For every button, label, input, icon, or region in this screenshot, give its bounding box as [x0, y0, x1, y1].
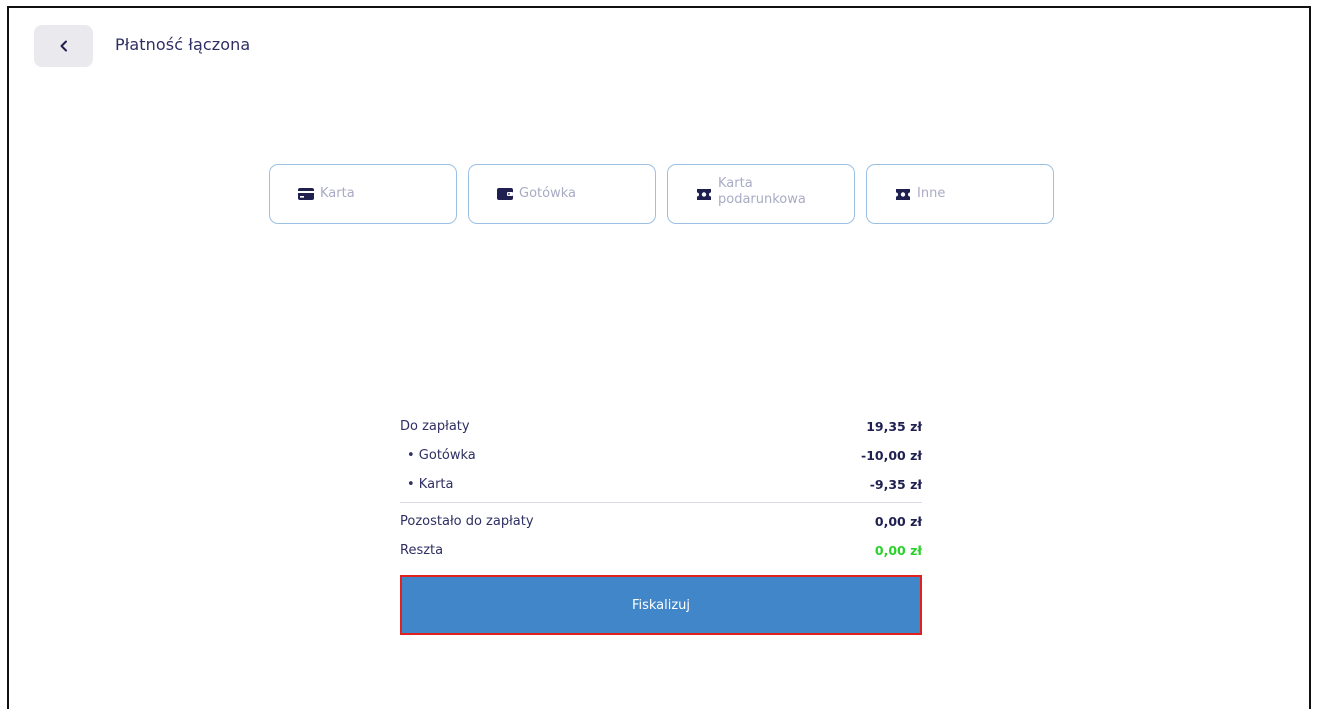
- cash-item-value: -10,00 zł: [861, 448, 922, 463]
- summary-row-change: Reszta 0,00 zł: [400, 536, 922, 565]
- to-pay-label: Do zapłaty: [400, 419, 470, 434]
- payment-method-gift-card[interactable]: Karta podarunkowa: [667, 164, 855, 224]
- wallet-icon: [496, 187, 513, 201]
- payment-method-label: Karta: [320, 186, 355, 201]
- remaining-label: Pozostało do zapłaty: [400, 514, 534, 529]
- summary-row-cash: • Gotówka -10,00 zł: [400, 441, 922, 470]
- page-title: Płatność łączona: [115, 35, 251, 54]
- summary-row-to-pay: Do zapłaty 19,35 zł: [400, 412, 922, 441]
- summary-divider: [400, 502, 922, 503]
- payment-method-label: Inne: [917, 186, 946, 201]
- payment-methods: Karta Gotówka Karta podarunkowa Inne: [269, 164, 1054, 224]
- cash-item-label: • Gotówka: [407, 448, 476, 463]
- payment-method-label: Gotówka: [519, 186, 576, 201]
- payment-method-label: Karta podarunkowa: [718, 176, 806, 207]
- back-button[interactable]: [34, 25, 93, 67]
- summary-row-card: • Karta -9,35 zł: [400, 470, 922, 499]
- ticket-icon: [894, 187, 911, 201]
- ticket-icon: [695, 187, 712, 201]
- summary-row-remaining: Pozostało do zapłaty 0,00 zł: [400, 507, 922, 536]
- chevron-left-icon: [59, 37, 69, 56]
- remaining-value: 0,00 zł: [874, 514, 922, 529]
- payment-summary: Do zapłaty 19,35 zł • Gotówka -10,00 zł …: [400, 412, 922, 565]
- fiscalize-button[interactable]: Fiskalizuj: [400, 575, 922, 635]
- change-label: Reszta: [400, 543, 444, 558]
- payment-method-other[interactable]: Inne: [866, 164, 1054, 224]
- credit-card-icon: [297, 187, 314, 201]
- change-value: 0,00 zł: [874, 543, 922, 558]
- card-item-value: -9,35 zł: [869, 477, 922, 492]
- to-pay-value: 19,35 zł: [866, 419, 922, 434]
- payment-method-cash[interactable]: Gotówka: [468, 164, 656, 224]
- card-item-label: • Karta: [407, 477, 454, 492]
- payment-method-card[interactable]: Karta: [269, 164, 457, 224]
